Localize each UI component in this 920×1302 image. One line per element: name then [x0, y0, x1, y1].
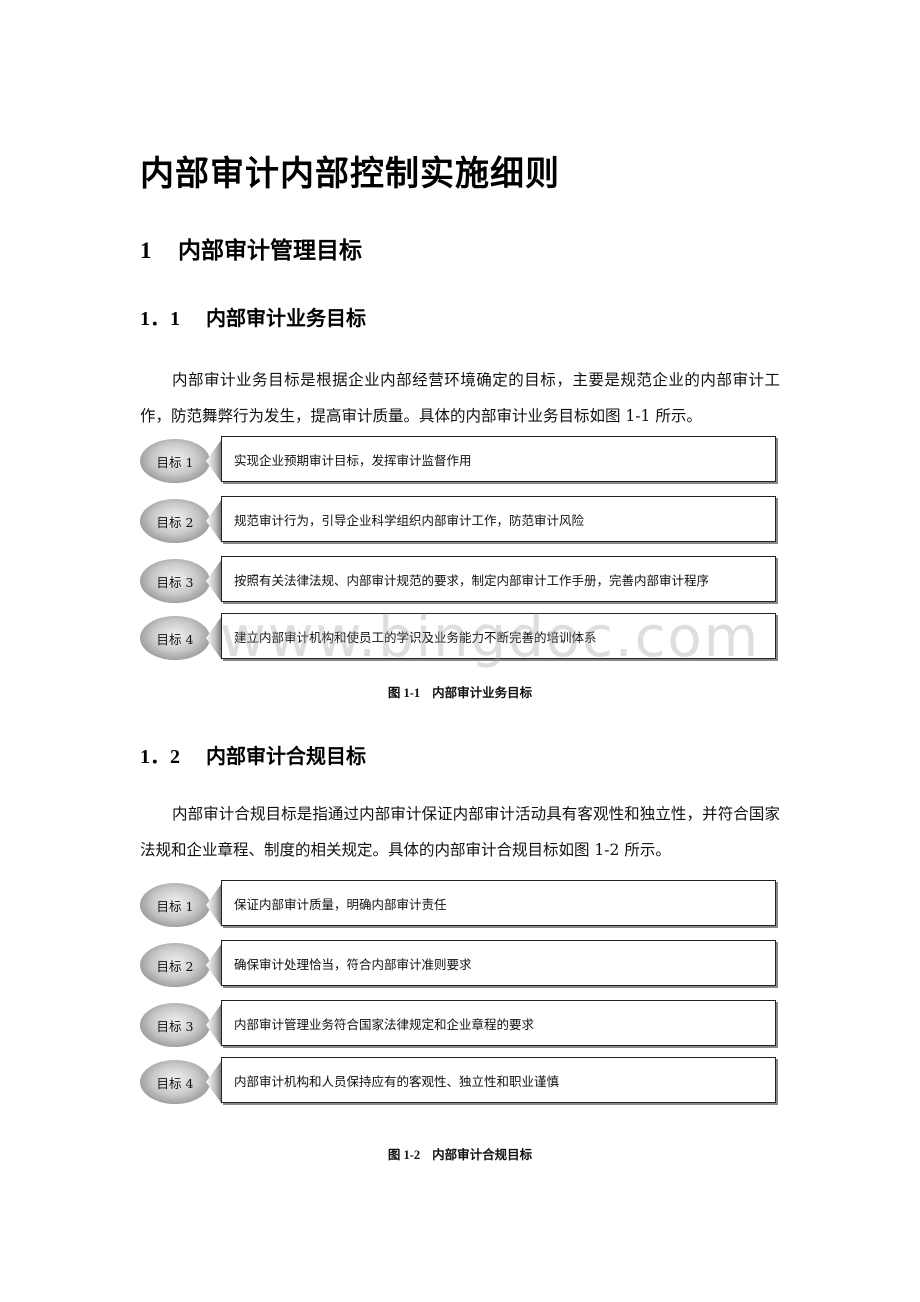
goal-label: 目标 3 — [156, 574, 194, 590]
goal-oval: 目标 1 — [140, 439, 210, 483]
figure-1-1-goal-3: 目标 3 按照有关法律法规、内部审计规范的要求，制定内部审计工作手册，完善内部审… — [140, 556, 780, 606]
connector-arrow — [206, 883, 222, 927]
figure-1-1-goal-4: 目标 4 建立内部审计机构和使员工的学识及业务能力不断完善的培训体系 — [140, 613, 780, 663]
connector-arrow — [206, 559, 222, 603]
figure-title: 内部审计业务目标 — [432, 685, 533, 700]
figure-1-2-goal-2: 目标 2 确保审计处理恰当，符合内部审计准则要求 — [140, 940, 780, 990]
goal-label: 目标 2 — [156, 514, 194, 530]
goal-label: 目标 4 — [156, 631, 194, 647]
figure-1-1-caption: 图 1-1 内部审计业务目标 — [0, 682, 920, 701]
goal-box: 保证内部审计质量，明确内部审计责任 — [221, 880, 776, 926]
section-1-1-paragraph: 内部审计业务目标是根据企业内部经营环境确定的目标，主要是规范企业的内部审计工作，… — [140, 371, 780, 425]
goal-text: 内部审计机构和人员保持应有的客观性、独立性和职业谨慎 — [234, 1073, 560, 1089]
goal-oval: 目标 3 — [140, 1003, 210, 1047]
goal-label: 目标 2 — [156, 958, 194, 974]
goal-label: 目标 1 — [156, 454, 194, 470]
figure-title: 内部审计合规目标 — [432, 1147, 533, 1162]
connector-arrow — [206, 1060, 222, 1104]
goal-box: 内部审计管理业务符合国家法律规定和企业章程的要求 — [221, 1000, 776, 1046]
section-1-1-heading: 1．1 内部审计业务目标 — [140, 302, 366, 331]
figure-1-2-goal-4: 目标 4 内部审计机构和人员保持应有的客观性、独立性和职业谨慎 — [140, 1057, 780, 1107]
section-number: 1 — [140, 238, 152, 263]
goal-label: 目标 3 — [156, 1018, 194, 1034]
connector-arrow — [206, 616, 222, 660]
goal-box: 建立内部审计机构和使员工的学识及业务能力不断完善的培训体系 — [221, 613, 776, 659]
figure-1-2-caption: 图 1-2 内部审计合规目标 — [0, 1144, 920, 1163]
goal-box: 规范审计行为，引导企业科学组织内部审计工作，防范审计风险 — [221, 496, 776, 542]
goal-label: 目标 1 — [156, 898, 194, 914]
goal-oval: 目标 3 — [140, 559, 210, 603]
connector-arrow — [206, 1003, 222, 1047]
goal-box: 实现企业预期审计目标，发挥审计监督作用 — [221, 436, 776, 482]
goal-oval: 目标 1 — [140, 883, 210, 927]
section-1-heading: 1 内部审计管理目标 — [140, 231, 362, 265]
figure-number: 图 1-2 — [387, 1148, 421, 1162]
goal-oval: 目标 4 — [140, 616, 210, 660]
goal-text: 按照有关法律法规、内部审计规范的要求，制定内部审计工作手册，完善内部审计程序 — [234, 572, 710, 588]
goal-box: 内部审计机构和人员保持应有的客观性、独立性和职业谨慎 — [221, 1057, 776, 1103]
section-title: 内部审计合规目标 — [206, 744, 366, 768]
section-title: 内部审计管理目标 — [178, 238, 362, 264]
connector-arrow — [206, 943, 222, 987]
goal-oval: 目标 2 — [140, 499, 210, 543]
goal-label: 目标 4 — [156, 1075, 194, 1091]
figure-1-2-goal-1: 目标 1 保证内部审计质量，明确内部审计责任 — [140, 880, 780, 930]
goal-text: 确保审计处理恰当，符合内部审计准则要求 — [234, 956, 472, 972]
section-1-2-paragraph: 内部审计合规目标是指通过内部审计保证内部审计活动具有客观性和独立性，并符合国家法… — [140, 805, 780, 859]
goal-oval: 目标 4 — [140, 1060, 210, 1104]
figure-1-1-goal-1: 目标 1 实现企业预期审计目标，发挥审计监督作用 — [140, 436, 780, 486]
section-number: 1．1 — [140, 308, 180, 330]
figure-number: 图 1-1 — [387, 686, 421, 700]
goal-text: 实现企业预期审计目标，发挥审计监督作用 — [234, 452, 472, 468]
goal-text: 规范审计行为，引导企业科学组织内部审计工作，防范审计风险 — [234, 512, 585, 528]
section-1-2-heading: 1．2 内部审计合规目标 — [140, 740, 366, 769]
document-title: 内部审计内部控制实施细则 — [140, 154, 560, 194]
connector-arrow — [206, 439, 222, 483]
figure-1-2-goal-3: 目标 3 内部审计管理业务符合国家法律规定和企业章程的要求 — [140, 1000, 780, 1050]
section-title: 内部审计业务目标 — [206, 306, 366, 330]
goal-text: 建立内部审计机构和使员工的学识及业务能力不断完善的培训体系 — [234, 629, 597, 645]
goal-text: 保证内部审计质量，明确内部审计责任 — [234, 896, 447, 912]
figure-1-1-goal-2: 目标 2 规范审计行为，引导企业科学组织内部审计工作，防范审计风险 — [140, 496, 780, 546]
goal-box: 按照有关法律法规、内部审计规范的要求，制定内部审计工作手册，完善内部审计程序 — [221, 556, 776, 602]
goal-oval: 目标 2 — [140, 943, 210, 987]
goal-text: 内部审计管理业务符合国家法律规定和企业章程的要求 — [234, 1016, 535, 1032]
goal-box: 确保审计处理恰当，符合内部审计准则要求 — [221, 940, 776, 986]
section-number: 1．2 — [140, 746, 180, 768]
connector-arrow — [206, 499, 222, 543]
